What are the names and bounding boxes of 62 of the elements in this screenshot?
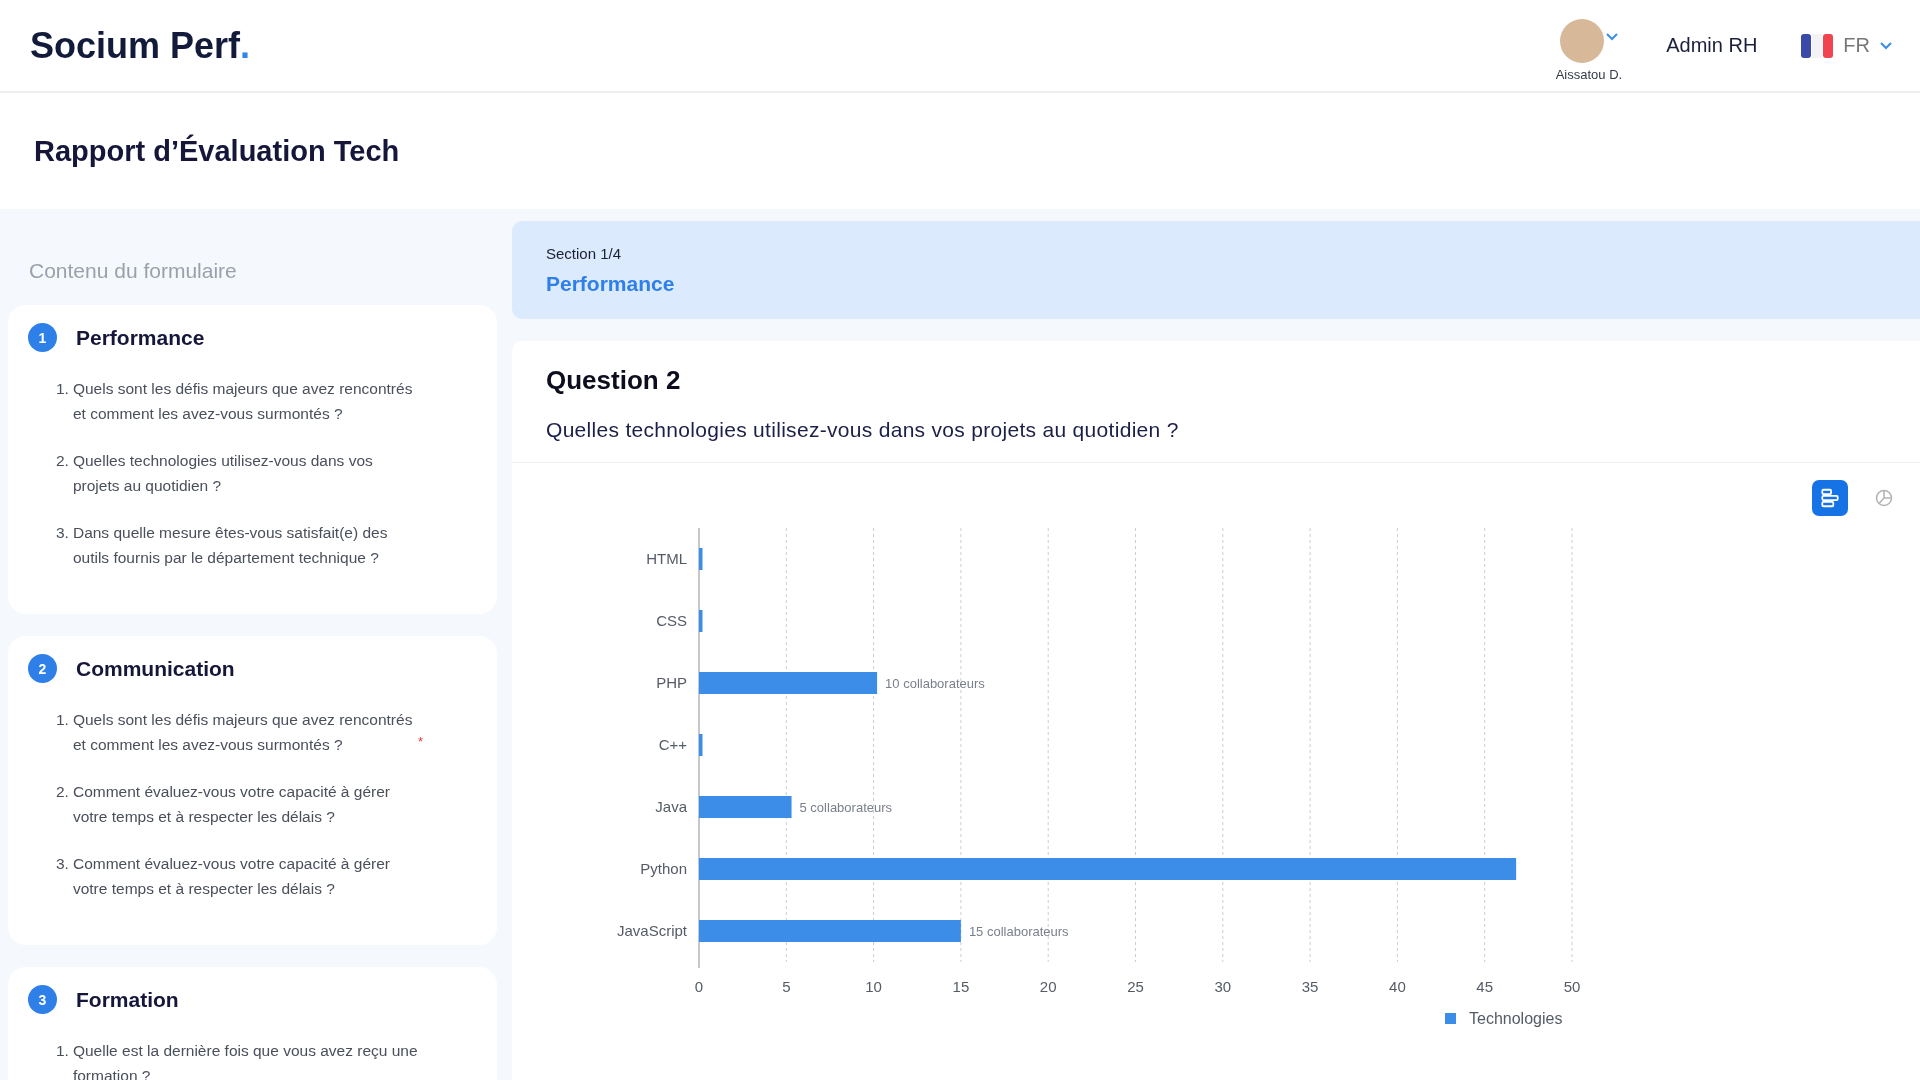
pie-chart-icon bbox=[1874, 488, 1894, 508]
question-text: Quelles technologies utilisez-vous dans vos projets au quotidien ? bbox=[546, 418, 1180, 442]
bar-chart-view-button[interactable] bbox=[1812, 480, 1848, 516]
section-title[interactable]: Formation bbox=[76, 987, 179, 1012]
user-role: Admin RH bbox=[1666, 34, 1758, 57]
section-number: 2 bbox=[28, 654, 57, 683]
axis-tick-label: 40 bbox=[1389, 978, 1406, 995]
section-title[interactable]: Communication bbox=[76, 656, 235, 681]
category-label: C++ bbox=[658, 736, 687, 753]
flag-icon bbox=[1801, 33, 1834, 58]
section-heading: Performance bbox=[546, 271, 676, 296]
axis-tick-label: 0 bbox=[694, 978, 704, 995]
question-number: 3. bbox=[56, 523, 69, 543]
section-number: 3 bbox=[28, 985, 57, 1014]
section-title[interactable]: Performance bbox=[76, 325, 205, 350]
axis-tick-label: 20 bbox=[1039, 978, 1057, 995]
question-link[interactable]: Dans quelle mesure êtes-vous satisfait(e) des outils fournis par le département technique ? bbox=[72, 520, 418, 570]
section-number: 1 bbox=[28, 323, 57, 352]
bar-value-label: 15 collaborateurs bbox=[968, 924, 1069, 939]
question-number: 2. bbox=[56, 782, 69, 802]
axis-tick-label: 15 bbox=[952, 978, 970, 995]
chevron-down-icon[interactable] bbox=[1605, 33, 1618, 41]
bar-chart-icon bbox=[1819, 487, 1841, 509]
question-number: 2. bbox=[56, 451, 69, 471]
category-label: HTML bbox=[646, 550, 687, 567]
axis-tick-label: 25 bbox=[1127, 978, 1144, 995]
category-label: CSS bbox=[656, 612, 687, 629]
question-link[interactable]: Quels sont les défis majeurs que avez rencontrés et comment les avez-vous surmontés ? bbox=[72, 707, 418, 757]
axis-tick-label: 30 bbox=[1214, 978, 1232, 995]
category-label: JavaScript bbox=[616, 922, 687, 939]
question-number: 1. bbox=[56, 710, 69, 730]
category-label: Java bbox=[655, 798, 687, 815]
bar bbox=[699, 610, 703, 632]
axis-tick-label: 35 bbox=[1301, 978, 1319, 995]
question-number: 1. bbox=[56, 1041, 69, 1061]
language-selector[interactable]: FR bbox=[1801, 33, 1892, 58]
question-link[interactable]: Quels sont les défis majeurs que avez rencontrés et comment les avez-vous surmontés ? bbox=[72, 376, 418, 426]
bar-value-label: 10 collaborateurs bbox=[885, 676, 985, 691]
required-mark: * bbox=[417, 733, 423, 751]
sidebar-title: Contenu du formulaire bbox=[28, 258, 238, 284]
chevron-down-icon bbox=[1880, 41, 1892, 50]
app-logo: Socium Perf. bbox=[30, 24, 251, 67]
axis-tick-label: 45 bbox=[1476, 978, 1494, 995]
question-link[interactable]: Comment évaluez-vous votre capacité à gérer votre temps et à respecter les délais ? bbox=[72, 851, 418, 901]
bar bbox=[699, 548, 703, 570]
category-label: Python bbox=[640, 860, 687, 877]
axis-tick-label: 10 bbox=[865, 978, 882, 995]
bar-value-label: 5 collaborateurs bbox=[799, 800, 893, 815]
category-label: PHP bbox=[656, 674, 687, 691]
page-title: Rapport d’Évaluation Tech bbox=[34, 134, 400, 168]
legend-label: Technologies bbox=[1469, 1010, 1563, 1027]
axis-tick-label: 5 bbox=[782, 978, 791, 995]
question-number: 1. bbox=[56, 379, 69, 399]
question-link[interactable]: Comment évaluez-vous votre capacité à gérer votre temps et à respecter les délais ? bbox=[72, 779, 418, 829]
question-title: Question 2 bbox=[546, 365, 682, 396]
section-counter: Section 1/4 bbox=[546, 244, 623, 262]
axis-tick-label: 50 bbox=[1563, 978, 1581, 995]
question-number: 3. bbox=[56, 854, 69, 874]
bar bbox=[699, 734, 703, 756]
avatar[interactable] bbox=[1559, 19, 1604, 63]
user-name: Aissatou D. bbox=[1555, 67, 1623, 82]
question-link[interactable]: Quelles technologies utilisez-vous dans vos projets au quotidien ? bbox=[72, 448, 418, 498]
